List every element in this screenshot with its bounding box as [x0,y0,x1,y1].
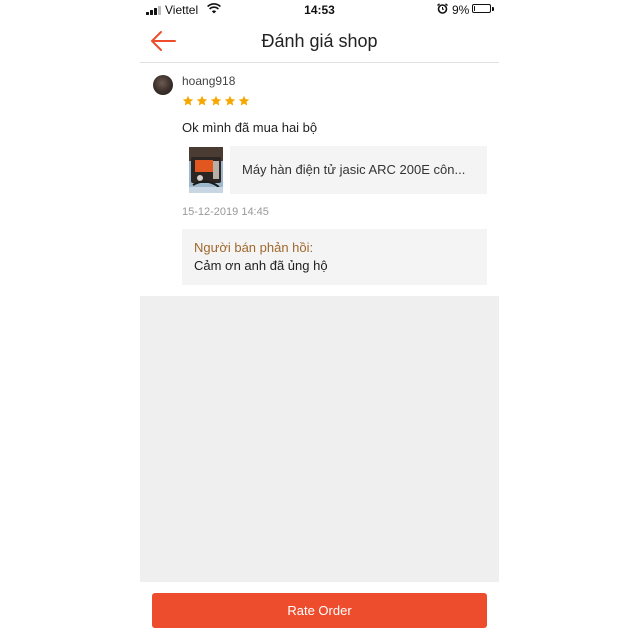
product-thumbnail [189,147,223,193]
star-icon [196,95,208,106]
star-icon [182,95,194,106]
nav-bar: Đánh giá shop [140,20,499,63]
seller-reply-label: Người bán phản hồi: [194,240,314,255]
product-name: Máy hàn điện tử jasic ARC 200E côn... [242,162,466,177]
app-screen: Viettel 14:53 9% Đánh giá shop hoang918 [140,0,499,640]
empty-area [140,296,499,582]
page-title: Đánh giá shop [261,31,378,51]
product-info: Máy hàn điện tử jasic ARC 200E côn... [230,146,487,194]
reviewer-username: hoang918 [182,74,236,88]
review-item: hoang918 Ok mình đã mua hai bộ Máy hàn đ… [140,63,499,296]
battery-level [474,6,475,11]
seller-reply: Người bán phản hồi: Cảm ơn anh đã ủng hộ [182,229,487,285]
star-icon [224,95,236,106]
seller-reply-text: Cảm ơn anh đã ủng hộ [194,258,328,273]
bottom-bar: Rate Order [140,582,499,640]
rate-order-button[interactable]: Rate Order [152,593,487,628]
battery-tip [492,7,494,11]
battery-icon [472,4,491,13]
review-comment: Ok mình đã mua hai bộ [182,120,318,135]
star-icon [238,95,250,106]
battery-percent: 9% [452,3,470,17]
alarm-icon [437,3,448,14]
star-icon [210,95,222,106]
status-bar: Viettel 14:53 9% [140,0,499,20]
review-timestamp: 15-12-2019 14:45 [182,206,269,218]
avatar[interactable] [153,75,173,95]
star-rating [182,95,250,107]
product-card[interactable]: Máy hàn điện tử jasic ARC 200E côn... [182,146,487,194]
